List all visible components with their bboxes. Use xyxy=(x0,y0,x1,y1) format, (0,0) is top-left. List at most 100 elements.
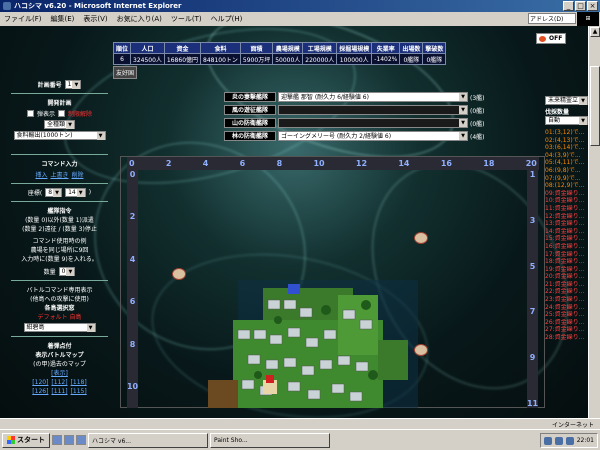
unlock-checkbox[interactable] xyxy=(58,110,65,117)
scroll-thumb[interactable] xyxy=(590,66,600,146)
list-item[interactable]: 03:(6,14)で... xyxy=(545,144,588,152)
toggle-off-button[interactable]: OFF xyxy=(536,33,567,44)
menu-view[interactable]: 表示(V) xyxy=(83,14,107,24)
windows-logo-icon: ⊞ xyxy=(577,12,599,26)
insert-link[interactable]: 挿入 xyxy=(35,170,47,179)
start-button[interactable]: スタート xyxy=(2,432,50,448)
scroll-up-icon[interactable]: ▲ xyxy=(590,27,600,37)
list-item[interactable]: 17:資金繰り... xyxy=(545,251,588,259)
list-item[interactable]: 25:資金繰り... xyxy=(545,311,588,319)
list-item[interactable]: 20:資金繰り... xyxy=(545,273,588,281)
close-button[interactable]: × xyxy=(587,1,598,11)
list-item[interactable]: 19:資金繰り... xyxy=(545,266,588,274)
plan-select[interactable]: 食料輸出(1000トン) xyxy=(13,131,106,140)
menu-tools[interactable]: ツール(T) xyxy=(171,14,202,24)
fleet-select[interactable]: ▼ xyxy=(278,105,468,115)
food-value: 848100トン xyxy=(200,53,241,65)
list-item[interactable]: 02:(4,13)で... xyxy=(545,137,588,145)
list-item[interactable]: 23:資金繰り... xyxy=(545,296,588,304)
fleet-select[interactable]: 迎撃艦 那智 (耐久力 6/経験値 6) ▼ xyxy=(278,92,468,102)
coord-y-select[interactable]: 14 xyxy=(65,188,86,197)
sorties-value: 0艦隊 xyxy=(399,53,424,65)
stat-header: 人口 xyxy=(130,42,165,54)
delete-link[interactable]: 削除 xyxy=(72,170,84,179)
row-label: 0 xyxy=(129,170,136,179)
menu-edit[interactable]: 編集(E) xyxy=(51,14,75,24)
fleet-label: 風の遊征艦隊 xyxy=(224,105,276,115)
list-item[interactable]: 28:資金繰り... xyxy=(545,334,588,342)
menu-file[interactable]: ファイル(F) xyxy=(4,14,42,24)
taskbar-task-paint[interactable]: Paint Sho... xyxy=(210,432,330,448)
list-item[interactable]: 22:資金繰り... xyxy=(545,288,588,296)
quantity-select[interactable]: 0 xyxy=(58,267,76,276)
map-link[interactable]: [126] xyxy=(32,388,48,395)
list-item[interactable]: 16:資金繰り... xyxy=(545,243,588,251)
stat-header: 出場数 xyxy=(399,42,424,54)
list-item[interactable]: 15:資金繰り... xyxy=(545,235,588,243)
list-item[interactable]: 18:資金繰り... xyxy=(545,258,588,266)
list-item[interactable]: 27:資金繰り... xyxy=(545,326,588,334)
list-item[interactable]: 26:資金繰り... xyxy=(545,319,588,327)
list-item[interactable]: 05:(4,11)で... xyxy=(545,159,588,167)
menu-help[interactable]: ヘルプ(H) xyxy=(211,14,243,24)
list-item[interactable]: 06:(9,8)で... xyxy=(545,167,588,175)
stat-header: 農場規模 xyxy=(272,42,304,54)
map-link[interactable]: [112] xyxy=(51,379,67,386)
col-label: 18 xyxy=(483,159,495,168)
quick-launch-icon[interactable] xyxy=(52,435,62,445)
fleet-count: (0艦) xyxy=(470,120,485,128)
list-item[interactable]: 12:資金繰り... xyxy=(545,213,588,221)
list-item[interactable]: 11:資金繰り... xyxy=(545,205,588,213)
show-link[interactable]: [表示] xyxy=(7,368,112,377)
rank-value: 6 xyxy=(112,53,132,65)
quick-launch-icon[interactable] xyxy=(64,435,74,445)
list-item[interactable]: 24:資金繰り... xyxy=(545,304,588,312)
map-row-labels-right: 1 3 5 7 9 11 xyxy=(527,170,538,408)
impact-label: 着弾点付 xyxy=(47,343,72,350)
fleet-row: 林の防衛艦隊 ゴーイングメリー号 (耐久力 2/経験値 6) ▼ (4艦) xyxy=(224,131,485,141)
address-label[interactable]: アドレス(D) xyxy=(528,13,576,24)
list-item[interactable]: 09:資金繰り... xyxy=(545,190,588,198)
list-item[interactable]: 07:(9,9)で... xyxy=(545,175,588,183)
fleet-select[interactable]: ゴーイングメリー号 (耐久力 2/経験値 6) ▼ xyxy=(278,131,468,141)
clock: 22:01 xyxy=(576,437,594,444)
list-item[interactable]: 04:(3,9)で... xyxy=(545,152,588,160)
map-link[interactable]: [111] xyxy=(51,388,67,395)
auto-select[interactable]: 自動 xyxy=(545,116,588,125)
plan-number-select[interactable]: 1 xyxy=(64,80,82,89)
battle-command-desc: (他島への攻撃に使用) xyxy=(30,296,89,303)
minimize-button[interactable]: _ xyxy=(563,1,574,11)
maximize-button[interactable]: □ xyxy=(575,1,586,11)
overwrite-link[interactable]: 上書き xyxy=(50,170,68,179)
map-link[interactable]: [118] xyxy=(71,379,87,386)
category-select[interactable]: 全種類 xyxy=(43,120,75,129)
list-item[interactable]: 13:資金繰り... xyxy=(545,220,588,228)
coord-x-select[interactable]: 8 xyxy=(45,188,63,197)
show-ammo-checkbox[interactable] xyxy=(26,110,34,117)
quick-launch-icon[interactable] xyxy=(76,435,86,445)
list-item[interactable]: 14:資金繰り... xyxy=(545,228,588,236)
row-label: 4 xyxy=(129,254,136,264)
tray-icon[interactable] xyxy=(543,436,552,445)
list-item[interactable]: 01:(3,12)で... xyxy=(545,129,588,137)
vertical-scrollbar[interactable]: ▲ ▼ xyxy=(588,26,600,429)
map-row-labels-left: 0 2 4 6 8 10 xyxy=(127,170,138,408)
tray-icon[interactable] xyxy=(554,436,563,445)
fleet-select[interactable]: ▼ xyxy=(278,118,468,128)
map-link[interactable]: [120] xyxy=(32,379,48,386)
right-select[interactable]: 未来精霊立 xyxy=(545,96,588,105)
taskbar-task-ie[interactable]: ハコシマ v6... xyxy=(88,432,208,448)
menu-favorites[interactable]: お気に入り(A) xyxy=(117,14,162,24)
monster-sprite xyxy=(172,268,186,280)
list-item[interactable]: 10:資金繰り... xyxy=(545,197,588,205)
list-item[interactable]: 21:資金繰り... xyxy=(545,281,588,289)
monster-sprite xyxy=(414,344,428,356)
friend-nations-label: 友好国 xyxy=(113,66,138,79)
col-label: 10 xyxy=(313,159,325,168)
dev-plan-label: 開発計画 xyxy=(47,100,72,107)
island-select[interactable]: 紺碧島 xyxy=(23,323,96,332)
volume-icon[interactable] xyxy=(565,436,574,445)
fleet-row: 炎の妻擊艦隊 迎撃艦 那智 (耐久力 6/経験値 6) ▼ (3艦) xyxy=(224,92,485,102)
map-link[interactable]: [115] xyxy=(71,388,87,395)
list-item[interactable]: 08:(12,9)で... xyxy=(545,182,588,190)
